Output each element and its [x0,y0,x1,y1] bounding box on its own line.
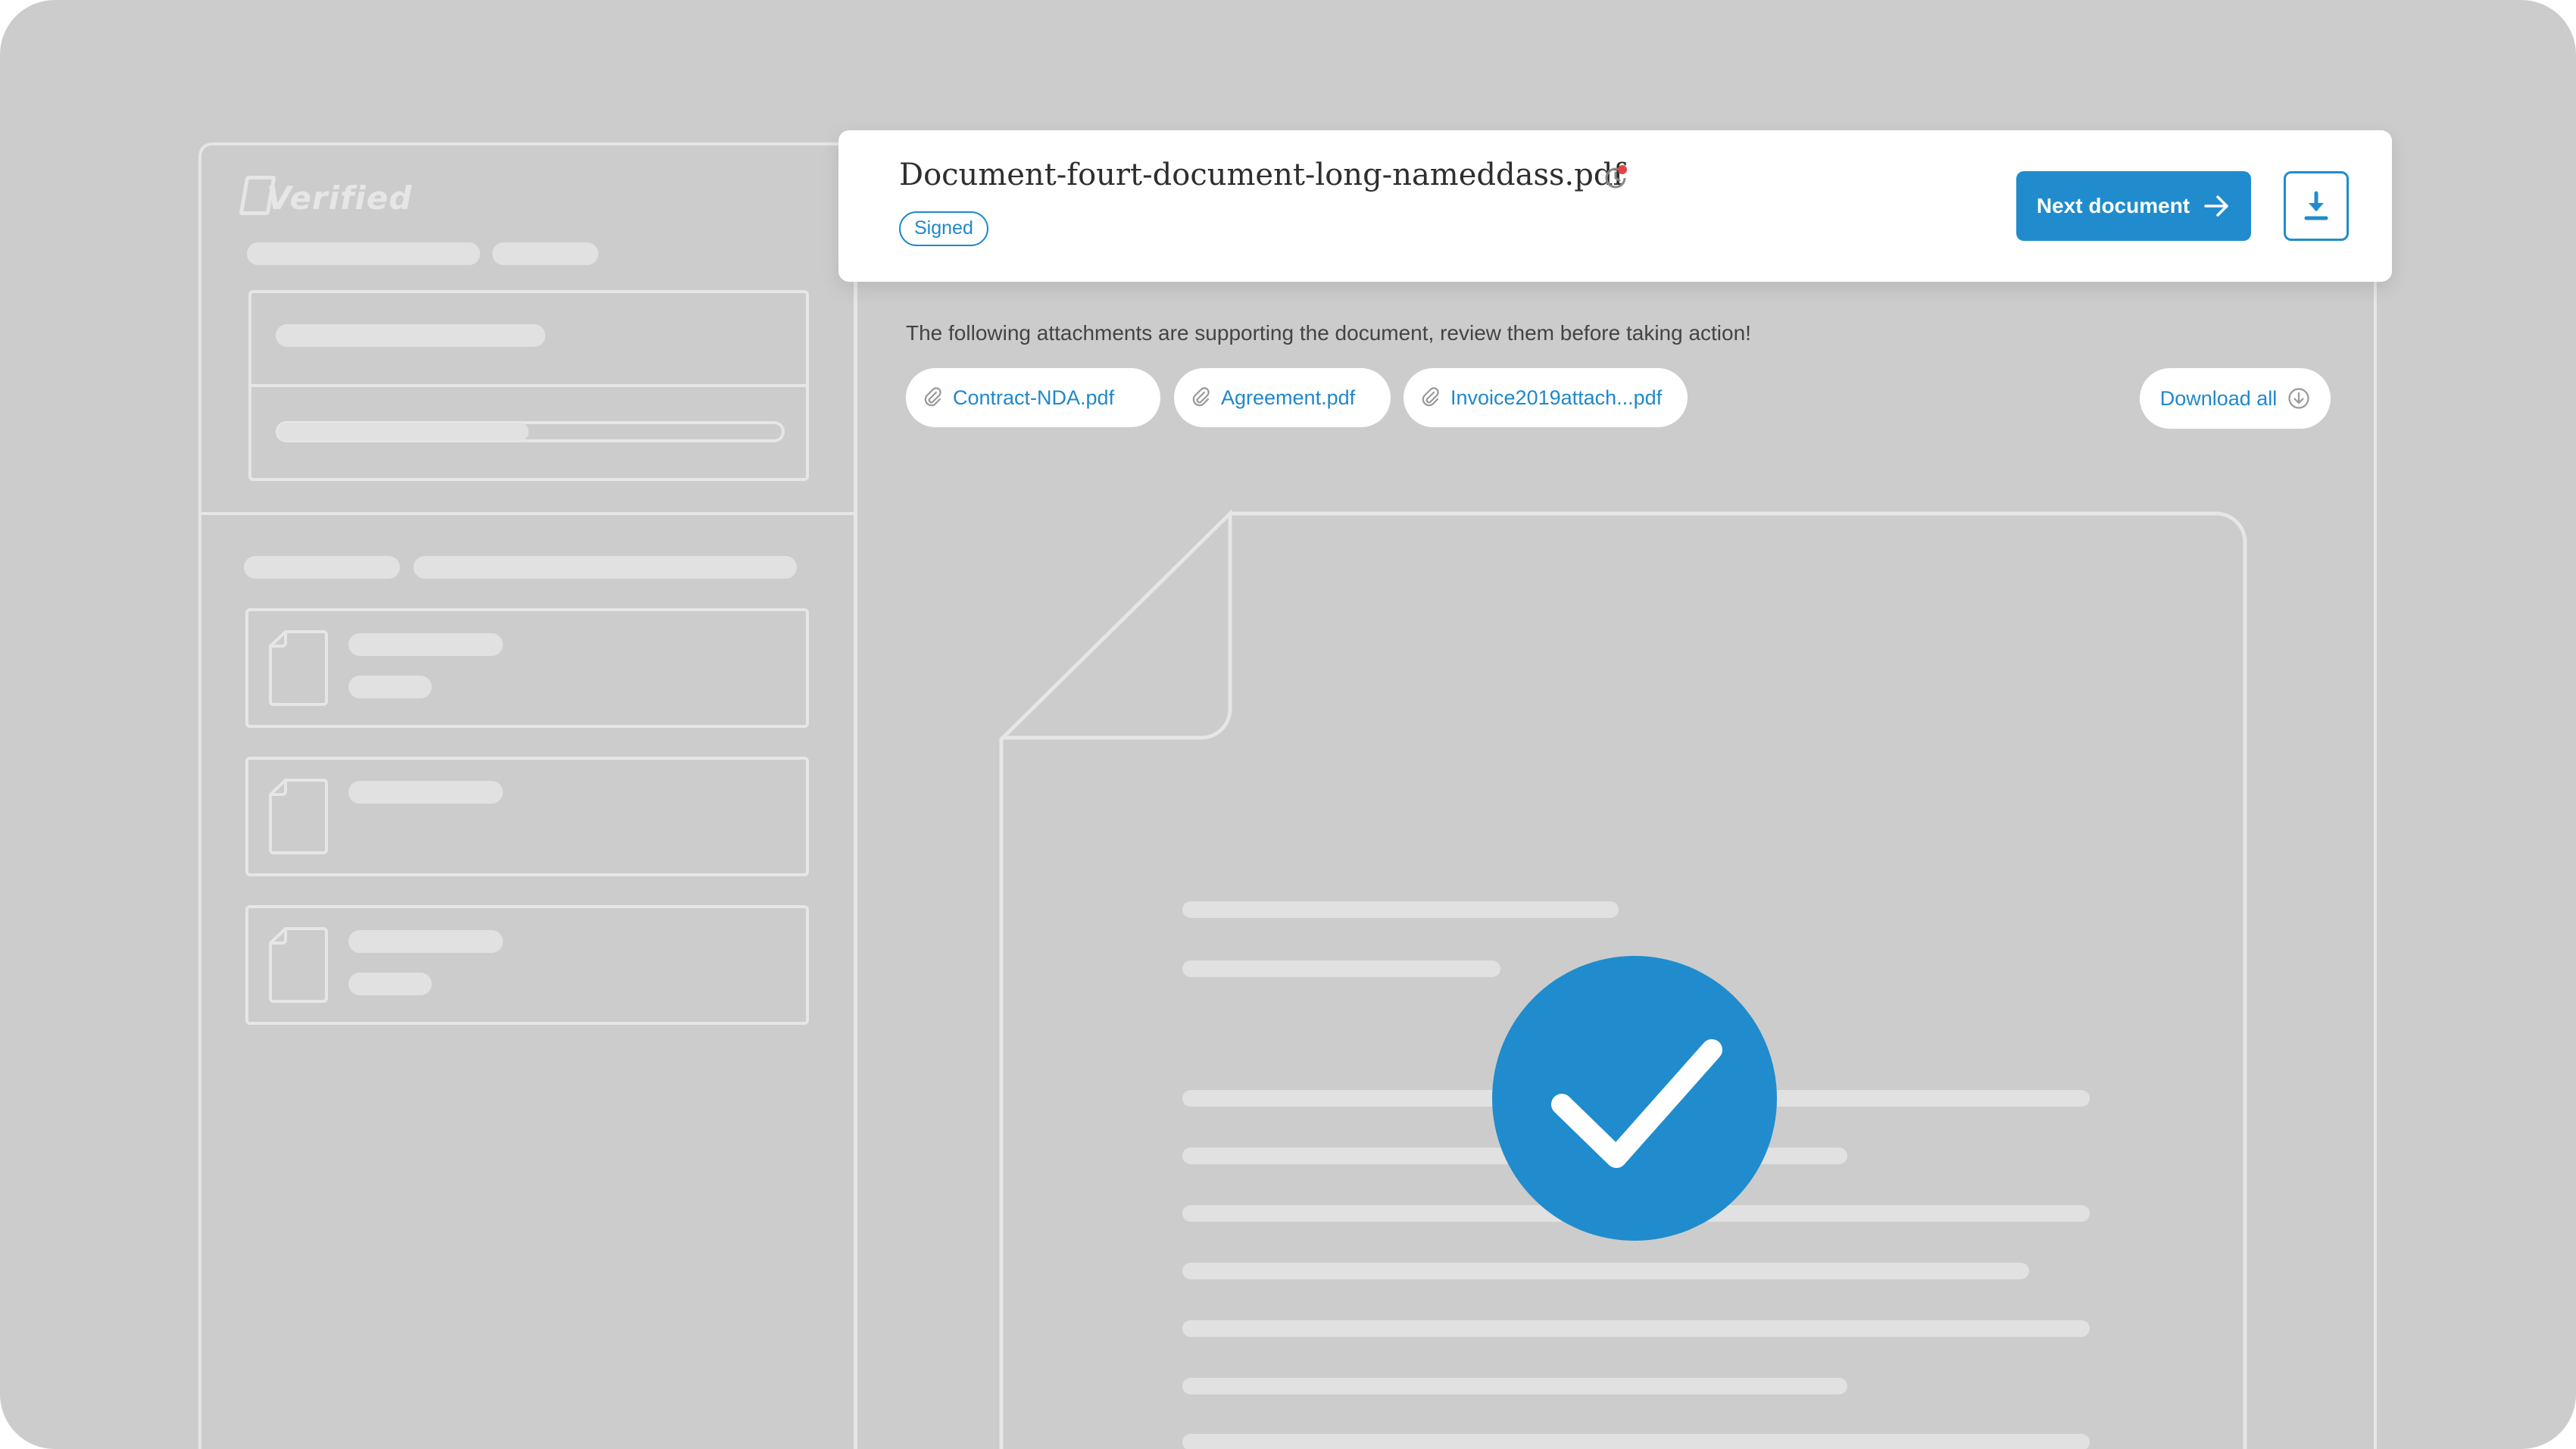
document-text-line [1182,1378,1847,1394]
check-icon [1551,1039,1722,1168]
skeleton-bar [348,781,503,804]
next-document-label: Next document [2036,194,2190,217]
file-icon [269,927,328,1003]
skeleton-card-divider [248,384,809,387]
content-frame-left-edge [854,142,857,1449]
document-title: Document-fourt-document-long-nameddass.p… [899,158,1625,192]
content-frame-right-edge [2374,282,2377,1449]
download-button[interactable] [2284,171,2349,241]
attachment-name: Agreement.pdf [1221,386,1356,409]
document-text-line [1182,1320,2090,1337]
app-stage: Verified Document-fourt-document-long-na… [0,0,2576,1449]
skeleton-bar [276,324,545,347]
paperclip-icon [924,387,941,407]
attachment-name: Contract-NDA.pdf [953,386,1115,409]
download-all-button[interactable]: Download all [2140,368,2331,429]
skeleton-file-row [245,757,809,876]
verified-logo: Verified [239,176,412,221]
sidebar-divider [198,512,856,515]
paperclip-icon [1192,387,1210,407]
file-icon [269,630,328,706]
download-icon [2304,191,2328,220]
attachment-chip[interactable]: Contract-NDA.pdf [906,368,1160,427]
attachment-name: Invoice2019attach...pdf [1450,386,1663,409]
document-text-line [1182,901,1619,918]
download-all-label: Download all [2159,386,2278,410]
attachment-chip[interactable]: Agreement.pdf [1174,368,1391,427]
attachments-notice: The following attachments are supporting… [906,321,1751,345]
next-document-button[interactable]: Next document [2016,171,2251,241]
signed-check-badge [1492,956,1777,1241]
history-icon[interactable] [1602,164,1629,191]
skeleton-bar [414,556,797,579]
skeleton-bar [492,242,598,265]
document-header: Document-fourt-document-long-nameddass.p… [838,130,2392,282]
attachment-chip[interactable]: Invoice2019attach...pdf [1404,368,1688,427]
download-circle-icon [2288,388,2309,409]
skeleton-bar [348,633,503,656]
skeleton-bar [247,242,480,265]
file-icon [269,779,328,854]
document-text-line [1182,960,1500,977]
paperclip-icon [1422,387,1439,407]
skeleton-bar [244,556,400,579]
document-text-line [1182,1263,2029,1279]
document-text-line [1182,1434,2090,1449]
skeleton-bar [348,676,432,698]
arrow-right-icon [2204,195,2228,217]
skeleton-bar [348,973,432,995]
skeleton-file-row [245,608,809,728]
status-badge: Signed [899,211,988,246]
skeleton-file-row [245,905,809,1025]
skeleton-bar [348,930,503,953]
skeleton-progress-fill [277,423,529,441]
